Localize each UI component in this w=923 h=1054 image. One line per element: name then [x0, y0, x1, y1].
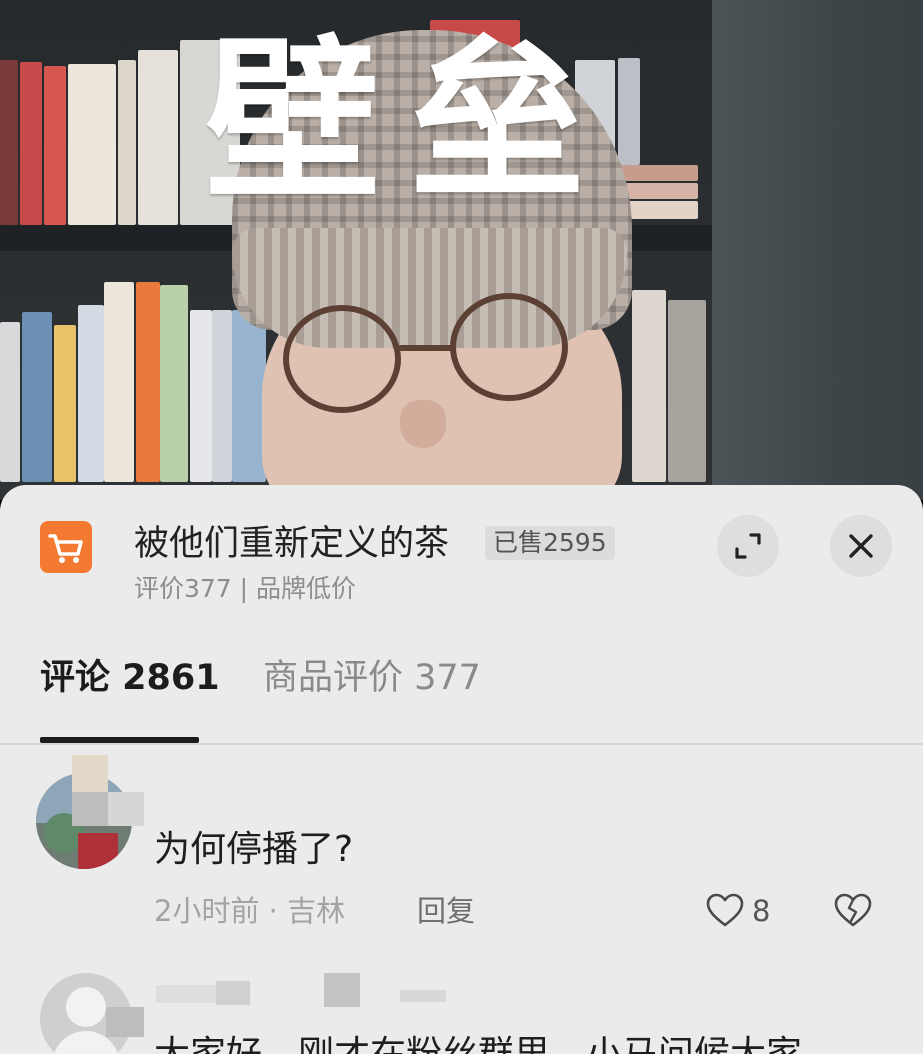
blurred-username	[324, 973, 360, 1007]
book	[68, 64, 116, 225]
book	[20, 62, 42, 225]
blurred-username	[72, 755, 108, 793]
video-overlay-text: 壁垒	[205, 21, 615, 224]
blurred-username	[400, 990, 446, 1002]
book	[160, 285, 188, 482]
book	[668, 300, 706, 482]
book	[104, 282, 134, 482]
broken-heart-icon[interactable]	[833, 891, 873, 931]
book	[0, 60, 18, 225]
glasses-left-lens	[283, 305, 401, 413]
video-player[interactable]: 壁垒	[0, 0, 923, 500]
book	[54, 325, 76, 482]
book	[78, 305, 104, 482]
person-nose	[400, 400, 446, 448]
comment-time-location: 2小时前 · 吉林	[154, 894, 346, 928]
expand-icon	[735, 533, 761, 559]
reply-button[interactable]: 回复	[417, 893, 475, 929]
product-title[interactable]: 被他们重新定义的茶	[134, 523, 449, 565]
book	[618, 58, 640, 165]
glasses-bridge	[398, 345, 456, 351]
tab-divider	[0, 743, 923, 745]
cart-icon[interactable]	[40, 521, 92, 573]
product-subtitle: 评价377 | 品牌低价	[134, 574, 357, 603]
blurred-username	[156, 985, 216, 1003]
sold-count-badge: 已售2595	[485, 526, 615, 560]
book	[138, 50, 178, 225]
comment-text: 为何停播了?	[154, 829, 354, 870]
close-button[interactable]	[830, 515, 892, 577]
book	[44, 66, 66, 225]
blurred-username	[106, 1007, 144, 1037]
blurred-username	[216, 981, 250, 1005]
comment-text: 大家好，刚才在粉丝群里，小马问候大家	[154, 1033, 802, 1054]
book	[0, 322, 20, 482]
book	[212, 310, 232, 482]
close-icon	[849, 534, 873, 558]
book	[190, 310, 212, 482]
glasses-right-lens	[450, 293, 568, 401]
book	[232, 310, 266, 482]
book	[136, 282, 160, 482]
heart-icon[interactable]	[705, 891, 745, 931]
blurred-username	[108, 792, 144, 826]
book	[118, 60, 136, 225]
tab-comments[interactable]: 评论 2861	[40, 657, 220, 699]
like-count: 8	[752, 894, 771, 928]
expand-button[interactable]	[717, 515, 779, 577]
book	[22, 312, 52, 482]
book	[632, 290, 666, 482]
tab-product-reviews[interactable]: 商品评价 377	[263, 657, 481, 699]
blurred-username	[72, 792, 108, 826]
comments-sheet: 被他们重新定义的茶 已售2595 评价377 | 品牌低价 评论 2861 商品…	[0, 485, 923, 1054]
wall-background	[712, 0, 923, 500]
